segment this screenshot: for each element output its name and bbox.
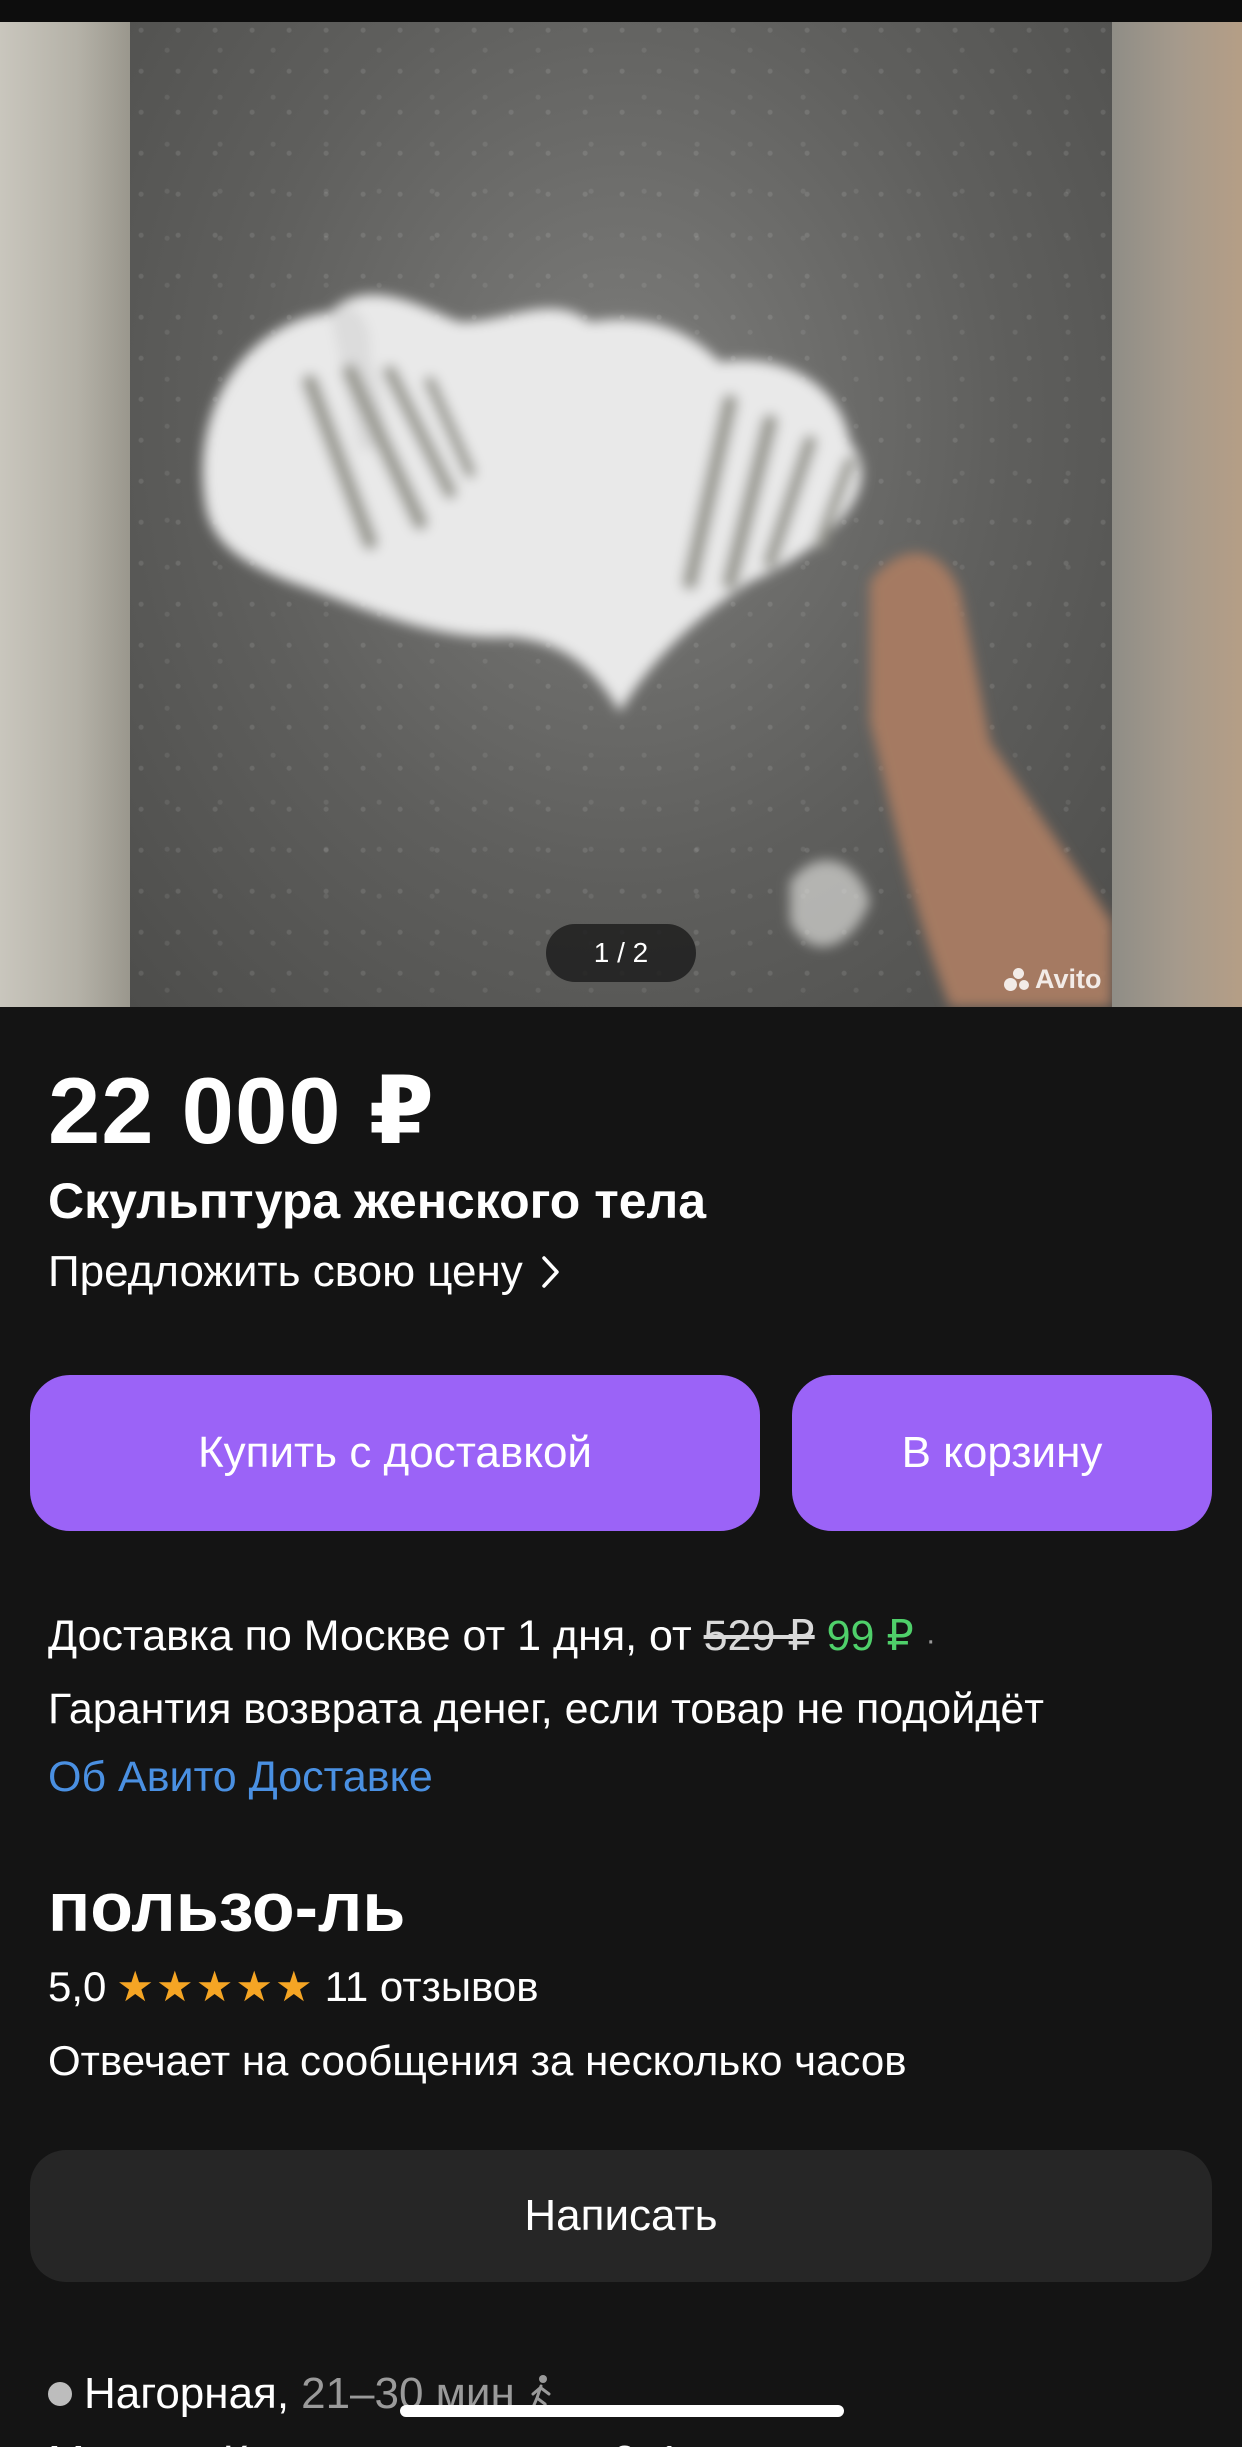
sculpture-photo-graphic — [202, 294, 1112, 1007]
status-bar — [0, 0, 1242, 22]
delivery-new-price: 99 ₽ — [826, 1612, 914, 1660]
rating-stars-icon: ★★★★★ — [116, 1963, 315, 2010]
listing-title: Скульптура женского тела — [48, 1173, 707, 1229]
about-avito-delivery-link[interactable]: Об Авито Доставке — [48, 1743, 1044, 1811]
delivery-separator: · — [925, 1624, 936, 1657]
reviews-count: 11 отзывов — [324, 1962, 539, 2010]
delivery-prefix: Доставка по Москве от 1 дня, от — [48, 1612, 704, 1660]
offer-price-label: Предложить свою цену — [48, 1247, 523, 1296]
delivery-line: Доставка по Москве от 1 дня, от 529 ₽ 99… — [48, 1602, 1044, 1675]
photo-gallery[interactable]: 1 / 2 Avito — [0, 22, 1242, 1007]
avito-logo-icon — [1004, 966, 1030, 992]
money-back-guarantee: Гарантия возврата денег, если товар не п… — [48, 1685, 1044, 1733]
chevron-right-icon — [542, 1256, 559, 1288]
seller-reply-time: Отвечает на сообщения за несколько часов — [48, 2037, 907, 2084]
home-indicator[interactable] — [400, 2405, 844, 2417]
add-to-cart-button[interactable]: В корзину — [792, 1375, 1212, 1531]
buy-with-delivery-button[interactable]: Купить с доставкой — [30, 1375, 760, 1531]
delivery-old-price: 529 ₽ — [703, 1612, 815, 1660]
address: Москва, Каширское шоссе, 9к1 — [48, 2437, 681, 2447]
delivery-info: Доставка по Москве от 1 дня, от 529 ₽ 99… — [48, 1602, 1044, 1811]
listing-photo[interactable]: 1 / 2 Avito — [130, 22, 1112, 1007]
listing-price: 22 000 ₽ — [48, 1058, 436, 1163]
seller-name[interactable]: пользо-ль — [48, 1867, 405, 1947]
offer-price-link[interactable]: Предложить свою цену — [48, 1247, 561, 1297]
metro-line-icon — [48, 2382, 72, 2406]
avito-watermark: Avito — [1004, 962, 1102, 996]
rating-value: 5,0 — [48, 1962, 107, 2010]
gallery-side-left — [0, 22, 130, 1007]
write-message-button[interactable]: Написать — [30, 2150, 1212, 2282]
photo-page-counter: 1 / 2 — [546, 924, 696, 982]
avito-watermark-text: Avito — [1035, 963, 1102, 994]
seller-rating[interactable]: 5,0 ★★★★★ 11 отзывов — [48, 1962, 539, 2011]
gallery-side-right — [1112, 22, 1242, 1007]
metro-station-name: Нагорная, — [84, 2369, 290, 2418]
